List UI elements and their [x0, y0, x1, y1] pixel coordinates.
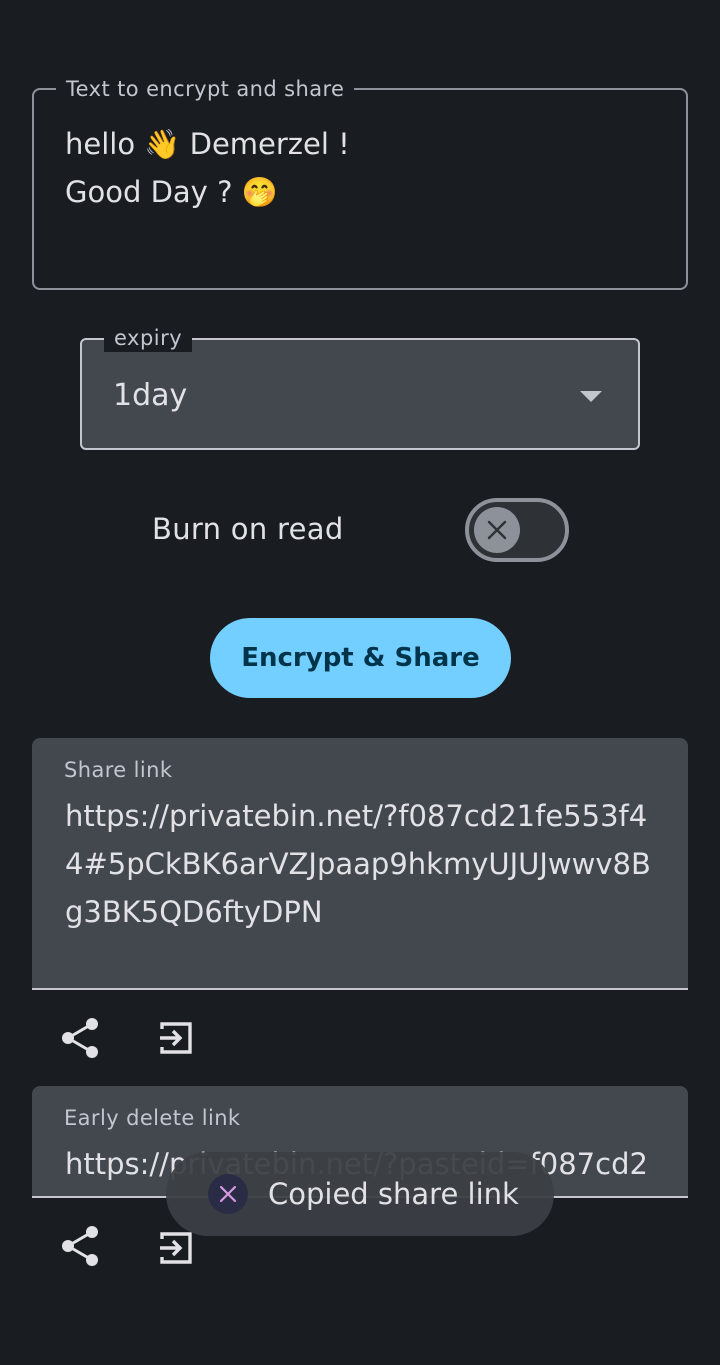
exit-to-app-icon	[160, 1022, 192, 1054]
expiry-dropdown[interactable]: expiry 1day	[80, 324, 640, 450]
message-text-value[interactable]: hello 👋 Demerzel ! Good Day ? 🤭	[65, 120, 666, 216]
app-screen: Text to encrypt and share hello 👋 Demerz…	[0, 0, 720, 1365]
switch-thumb	[474, 507, 520, 553]
share-link-value[interactable]: https://privatebin.net/?f087cd21fe553f44…	[65, 792, 664, 936]
dropdown-arrow-icon[interactable]	[580, 391, 602, 402]
message-field-label: Text to encrypt and share	[56, 76, 355, 102]
burn-on-read-switch[interactable]	[465, 498, 569, 562]
copied-toast: Copied share link	[166, 1152, 554, 1236]
burn-on-read-label: Burn on read	[152, 512, 344, 546]
share-icon	[62, 1226, 98, 1266]
message-text-area[interactable]: Text to encrypt and share hello 👋 Demerz…	[32, 76, 688, 290]
delete-link-label: Early delete link	[64, 1106, 241, 1130]
share-icon	[62, 1018, 98, 1058]
close-icon	[487, 520, 507, 540]
exit-to-app-icon	[160, 1232, 192, 1264]
share-link-field[interactable]: Share link https://privatebin.net/?f087c…	[32, 738, 688, 990]
expiry-label: expiry	[104, 324, 193, 352]
delete-link-share-button[interactable]	[56, 1222, 104, 1270]
app-logo-icon	[208, 1174, 248, 1214]
share-link-label: Share link	[64, 758, 173, 782]
share-link-open-button[interactable]	[152, 1014, 200, 1062]
share-link-share-button[interactable]	[56, 1014, 104, 1062]
encrypt-share-button[interactable]: Encrypt & Share	[210, 618, 511, 698]
toast-message: Copied share link	[268, 1177, 519, 1211]
expiry-selected-value: 1day	[113, 378, 188, 413]
